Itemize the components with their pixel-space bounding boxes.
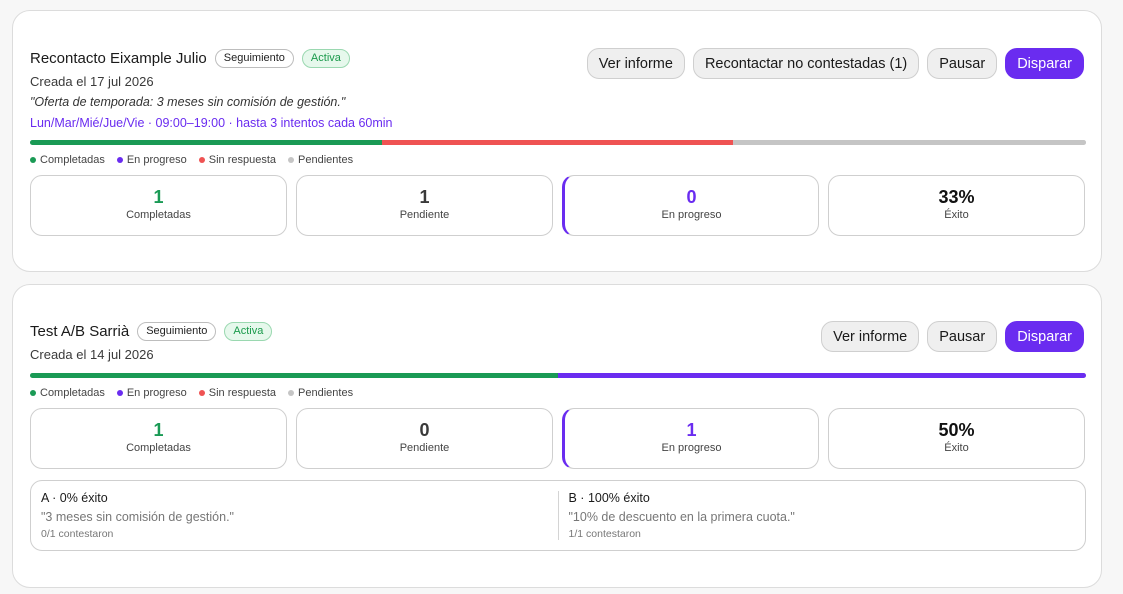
stat-label: Éxito (944, 442, 969, 454)
stat-label: Completadas (126, 442, 191, 454)
legend-in-progress: En progreso (116, 387, 187, 399)
legend-label: En progreso (126, 387, 187, 399)
stat-value: 33% (938, 187, 975, 207)
campaign-card: Recontacto Eixample Julio Seguimiento Ac… (12, 10, 1102, 272)
pause-button[interactable]: Pausar (927, 48, 998, 79)
stat-label: Pendiente (399, 442, 450, 454)
variant-message: "3 meses sin comisión de gestión." (41, 510, 234, 524)
variant-title: A · 0% éxito (41, 491, 108, 505)
stat-label: En progreso (661, 442, 722, 454)
campaign-message: "Oferta de temporada: 3 meses sin comisi… (30, 95, 346, 109)
progress-completed (30, 140, 382, 145)
campaign-card: Test A/B Sarrià Seguimiento Activa Cread… (12, 284, 1102, 588)
legend-dot (198, 390, 205, 396)
stats-row: 1 Completadas 0 Pendiente 1 En progreso … (30, 408, 1085, 469)
progress-bar (30, 373, 1086, 378)
progress-completed (30, 373, 558, 378)
legend-dot (116, 390, 123, 396)
stat-success: 33% Éxito (828, 175, 1085, 236)
legend-pending: Pendientes (288, 154, 353, 166)
stat-success: 50% Éxito (828, 408, 1085, 469)
legend-dot (288, 157, 295, 163)
ab-test-results: A · 0% éxito "3 meses sin comisión de ge… (30, 480, 1086, 551)
stat-completed: 1 Completadas (30, 175, 287, 236)
progress-no-answer (381, 140, 734, 145)
legend-dot (288, 390, 295, 396)
legend-label: En progreso (126, 154, 187, 166)
stat-value: 0 (419, 420, 430, 440)
view-report-button[interactable]: Ver informe (821, 321, 920, 352)
legend-completed: Completadas (30, 387, 105, 399)
campaign-title: Recontacto Eixample Julio (30, 49, 207, 67)
legend-label: Sin respuesta (208, 154, 277, 166)
stat-value: 1 (153, 420, 164, 440)
legend-dot (30, 157, 36, 163)
legend-dot (30, 390, 36, 396)
view-report-button[interactable]: Ver informe (586, 48, 685, 79)
fire-button[interactable]: Disparar (1005, 321, 1084, 352)
stat-label: Pendiente (399, 209, 450, 221)
campaign-actions: Ver informe Pausar Disparar (821, 321, 1084, 352)
stat-pending: 0 Pendiente (296, 408, 553, 469)
legend-label: Pendientes (298, 154, 354, 166)
stats-row: 1 Completadas 1 Pendiente 0 En progreso … (30, 175, 1085, 236)
fire-button[interactable]: Disparar (1005, 48, 1084, 79)
ab-variant-b: B · 100% éxito "10% de descuento en la p… (557, 491, 1086, 540)
legend-pending: Pendientes (288, 387, 353, 399)
variant-title: B · 100% éxito (568, 491, 650, 505)
variant-message: "10% de descuento en la primera cuota." (568, 510, 795, 524)
legend-no-answer: Sin respuesta (198, 154, 277, 166)
progress-pending (733, 140, 1086, 145)
stat-label: Completadas (126, 209, 191, 221)
legend-in-progress: En progreso (116, 154, 187, 166)
stat-value: 1 (419, 187, 430, 207)
legend-label: Completadas (40, 387, 105, 399)
recontact-button[interactable]: Recontactar no contestadas (1) (692, 48, 920, 79)
legend-label: Pendientes (298, 387, 354, 399)
type-badge: Seguimiento (214, 48, 294, 68)
status-badge: Activa (301, 48, 350, 68)
type-badge: Seguimiento (137, 321, 217, 341)
stat-value: 0 (686, 187, 697, 207)
variant-responses: 1/1 contestaron (568, 528, 641, 540)
pause-button[interactable]: Pausar (927, 321, 998, 352)
progress-legend: Completadas En progreso Sin respuesta Pe… (30, 154, 353, 166)
stat-in-progress: 1 En progreso (562, 408, 819, 469)
progress-legend: Completadas En progreso Sin respuesta Pe… (30, 387, 353, 399)
legend-label: Sin respuesta (208, 387, 277, 399)
legend-completed: Completadas (30, 154, 105, 166)
legend-dot (198, 157, 205, 163)
stat-label: Éxito (944, 209, 969, 221)
legend-no-answer: Sin respuesta (198, 387, 277, 399)
status-badge: Activa (224, 321, 273, 341)
campaign-title: Test A/B Sarrià (30, 322, 130, 340)
stat-completed: 1 Completadas (30, 408, 287, 469)
progress-in-progress (558, 373, 1086, 378)
stat-label: En progreso (661, 209, 722, 221)
ab-variant-a: A · 0% éxito "3 meses sin comisión de ge… (31, 481, 558, 550)
campaign-schedule: Lun/Mar/Mié/Jue/Vie · 09:00–19:00 · hast… (30, 116, 393, 130)
variant-responses: 0/1 contestaron (41, 528, 114, 540)
progress-bar (30, 140, 1086, 145)
stat-value: 1 (153, 187, 164, 207)
campaign-actions: Ver informe Recontactar no contestadas (… (586, 48, 1084, 79)
stat-value: 50% (938, 420, 975, 440)
legend-label: Completadas (40, 154, 105, 166)
stat-in-progress: 0 En progreso (562, 175, 819, 236)
stat-pending: 1 Pendiente (296, 175, 553, 236)
stat-value: 1 (686, 420, 697, 440)
legend-dot (116, 157, 123, 163)
